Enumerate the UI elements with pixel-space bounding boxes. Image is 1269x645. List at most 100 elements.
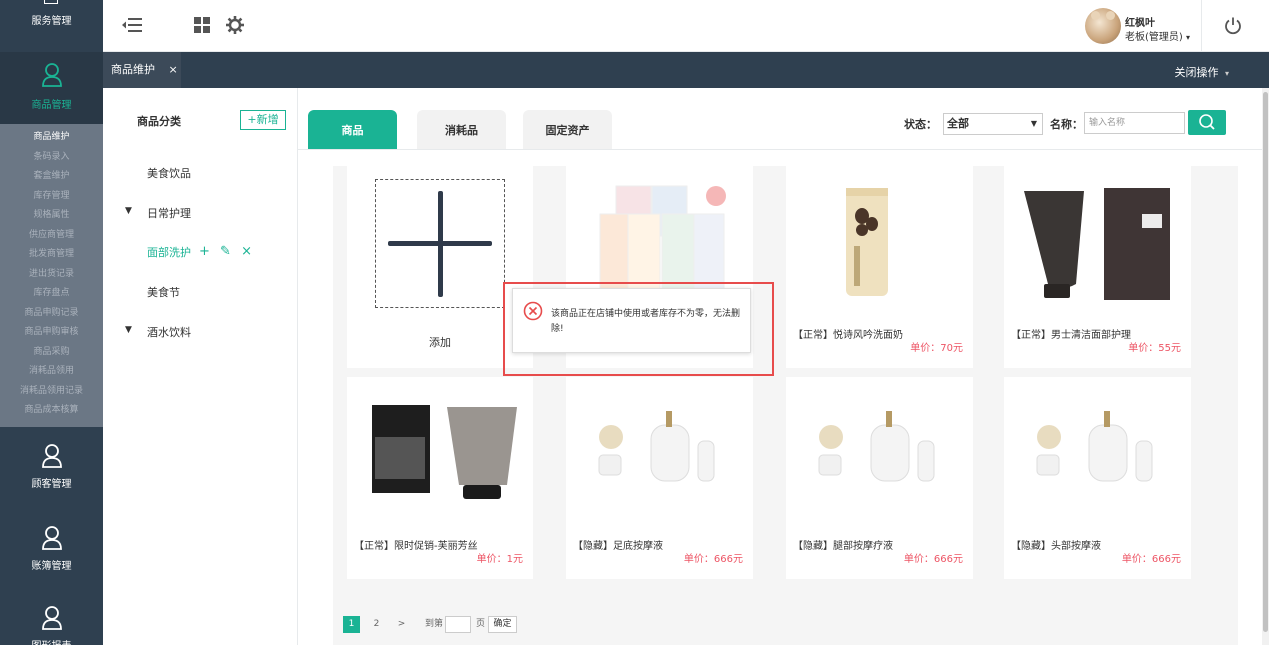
page-number-input[interactable]	[445, 616, 471, 633]
product-price: 单价：1元	[476, 554, 523, 565]
product-name: 【隐藏】头部按摩液	[1011, 541, 1101, 552]
caret-down-icon: ▼	[1030, 119, 1037, 128]
nav-ledger-management[interactable]: 账簿管理	[0, 511, 103, 593]
category-item[interactable]: 酒水饮料	[147, 324, 191, 340]
nav-customer-management[interactable]: 顾客管理	[0, 427, 103, 511]
nav-service-management[interactable]: 服务管理	[0, 0, 103, 52]
category-label: 面部洗护	[147, 246, 191, 259]
tab-fixed-assets[interactable]: 固定资产	[523, 110, 612, 149]
menu-collapse-icon[interactable]	[121, 14, 143, 36]
product-price: 单价：55元	[1128, 343, 1181, 354]
nav-graph-reports[interactable]: 图形报表	[0, 593, 103, 645]
product-price: 单价：70元	[910, 343, 963, 354]
product-price: 单价：666元	[683, 554, 743, 565]
add-icon[interactable]: +	[199, 244, 210, 259]
edit-icon[interactable]: ✎	[220, 244, 231, 259]
gear-icon[interactable]	[224, 14, 246, 36]
name-label: 名称：	[1050, 118, 1083, 131]
submenu-item[interactable]: 商品申购审核	[0, 323, 103, 343]
product-card[interactable]: 【正常】男士清洁面部护理 单价：55元	[1004, 166, 1191, 368]
product-card[interactable]: 【正常】悦诗风吟洗面奶 单价：70元	[786, 166, 973, 368]
submenu-item[interactable]: 进出货记录	[0, 265, 103, 285]
submenu-item[interactable]: 商品采购	[0, 343, 103, 363]
nav-label: 顾客管理	[31, 478, 72, 490]
search-button[interactable]	[1188, 110, 1226, 135]
left-nav: 服务管理 商品管理 商品维护 条码录入 套盒维护 库存管理 规格属性 供应商管理…	[0, 0, 103, 645]
user-icon	[42, 605, 62, 630]
tab-consumables[interactable]: 消耗品	[417, 110, 506, 149]
product-card[interactable]: 【正常】限时促销-芙丽芳丝 单价：1元	[347, 377, 533, 579]
status-select[interactable]: 全部 ▼	[943, 113, 1043, 135]
confirm-page-button[interactable]: 确定	[488, 616, 517, 633]
submenu-item[interactable]: 商品成本核算	[0, 401, 103, 421]
category-item[interactable]: 日常护理	[147, 205, 191, 221]
product-name: 【正常】悦诗风吟洗面奶	[793, 330, 903, 341]
user-role-label: 老板(管理员)	[1125, 32, 1183, 43]
add-category-button[interactable]: +新增	[240, 110, 286, 130]
scrollbar-thumb[interactable]	[1263, 92, 1268, 632]
product-image-set	[1036, 411, 1153, 482]
nav-product-management[interactable]: 商品管理	[0, 52, 103, 124]
product-card[interactable]: 【隐藏】头部按摩液 单价：666元	[1004, 377, 1191, 579]
submenu-item[interactable]: 消耗品领用	[0, 362, 103, 382]
product-image-tube	[846, 188, 888, 296]
submenu-item[interactable]: 消耗品领用记录	[0, 382, 103, 402]
product-price: 单价：666元	[903, 554, 963, 565]
product-card[interactable]: 【隐藏】腿部按摩疗液 单价：666元	[786, 377, 973, 579]
nav-top-icon	[44, 0, 58, 4]
submenu-item[interactable]: 规格属性	[0, 206, 103, 226]
caret-down-icon: ▾	[1224, 69, 1229, 78]
category-title: 商品分类	[137, 115, 181, 128]
tab-strip: 商品维护 × 关闭操作 ▾	[103, 52, 1269, 88]
product-name: 【正常】男士清洁面部护理	[1011, 330, 1131, 341]
status-label: 状态：	[904, 118, 937, 131]
product-card[interactable]: 【隐藏】足底按摩液 单价：666元	[566, 377, 753, 579]
submenu-item[interactable]: 供应商管理	[0, 226, 103, 246]
tab-product-maintenance[interactable]: 商品维护 ×	[103, 52, 181, 88]
expand-arrow-icon[interactable]: ▼	[125, 325, 132, 335]
grid-icon[interactable]	[191, 14, 213, 36]
nav-label: 图形报表	[0, 637, 103, 645]
close-operations-label: 关闭操作	[1174, 66, 1219, 79]
product-image-skii	[1024, 188, 1170, 300]
submenu-item[interactable]: 库存管理	[0, 187, 103, 207]
product-grid: 添加 【正常】悦诗风吟洗面奶 单价：70元 【正常】男士清洁面部护理 单价：55…	[333, 166, 1238, 645]
power-icon[interactable]	[1223, 16, 1243, 36]
nav-label: 账簿管理	[31, 560, 72, 572]
submenu-item[interactable]: 条码录入	[0, 148, 103, 168]
status-value: 全部	[947, 117, 969, 130]
category-item-active[interactable]: 面部洗护 + ✎ ×	[147, 244, 252, 260]
search-icon	[1199, 114, 1215, 130]
divider	[1201, 0, 1202, 52]
next-page-button[interactable]: >	[393, 616, 410, 633]
plus-icon-bar	[388, 241, 492, 246]
submenu-item[interactable]: 商品申购记录	[0, 304, 103, 324]
category-item[interactable]: 美食节	[147, 284, 180, 300]
goto-label: 到第	[425, 619, 444, 629]
category-item[interactable]: 美食饮品	[147, 165, 191, 181]
nav-top-label: 服务管理	[31, 16, 72, 27]
user-name[interactable]: 红枫叶	[1125, 14, 1155, 29]
expand-arrow-icon[interactable]: ▼	[125, 206, 132, 216]
main-panel: 商品 消耗品 固定资产 状态： 全部 ▼ 名称： 添加	[298, 88, 1262, 645]
submenu-item[interactable]: 批发商管理	[0, 245, 103, 265]
tab-products[interactable]: 商品	[308, 110, 397, 149]
delete-icon[interactable]: ×	[241, 244, 252, 259]
nav-label: 商品管理	[31, 100, 72, 111]
page-2-button[interactable]: 2	[368, 616, 385, 633]
product-image-jurlique	[372, 405, 517, 499]
category-tools: + ✎ ×	[199, 244, 258, 259]
product-price: 单价：666元	[1121, 554, 1181, 565]
alert-message: 该商品正在店铺中使用或者库存不为零，无法删除!	[551, 309, 741, 334]
user-role-dropdown[interactable]: 老板(管理员) ▾	[1125, 28, 1190, 43]
name-search-input[interactable]	[1084, 112, 1185, 134]
avatar[interactable]	[1085, 8, 1121, 44]
vertical-scrollbar[interactable]	[1262, 88, 1269, 645]
submenu-item[interactable]: 库存盘点	[0, 284, 103, 304]
category-panel: 商品分类 +新增 美食饮品 ▼ 日常护理 面部洗护 + ✎ × 美食节 ▼ 酒水…	[103, 88, 298, 645]
page-1-button[interactable]: 1	[343, 616, 360, 633]
user-icon	[42, 443, 62, 468]
tab-close-icon[interactable]: ×	[169, 63, 178, 76]
submenu-item[interactable]: 商品维护	[0, 128, 103, 148]
submenu-item[interactable]: 套盒维护	[0, 167, 103, 187]
